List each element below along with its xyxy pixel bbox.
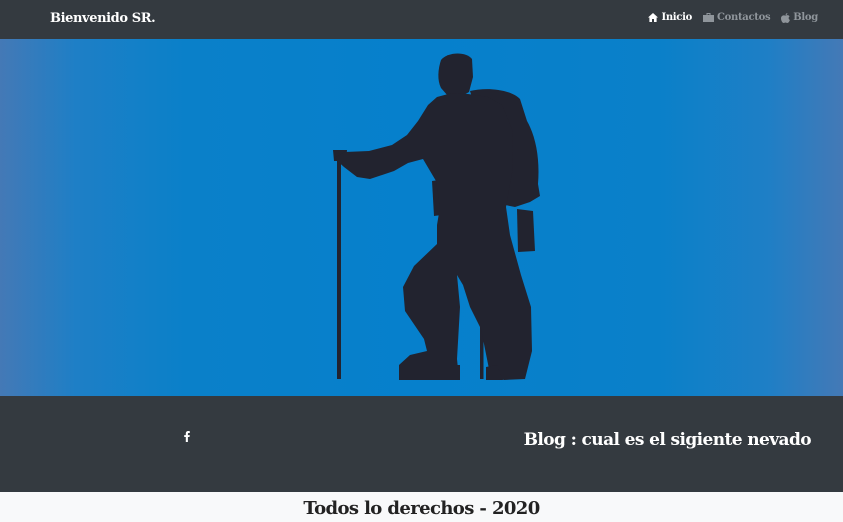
nav-link-label: Contactos <box>716 12 771 23</box>
hero-banner <box>0 39 843 396</box>
navbar-brand[interactable]: Bienvenido SR. <box>50 11 156 26</box>
facebook-icon <box>184 427 190 446</box>
home-icon <box>648 13 659 22</box>
top-navbar: Bienvenido SR. Inicio Contactos Blog <box>0 0 843 39</box>
blog-title: Blog : cual es el sigiente nevado <box>523 430 812 450</box>
nav-links: Inicio Contactos Blog <box>648 12 818 23</box>
nav-link-contactos[interactable]: Contactos <box>702 12 771 23</box>
footer: Blog : cual es el sigiente nevado <box>0 396 843 492</box>
nav-link-label: Inicio <box>661 12 692 23</box>
facebook-link[interactable] <box>184 427 194 442</box>
copyright-text: Todos lo derechos - 2020 <box>303 498 540 519</box>
nav-link-blog[interactable]: Blog <box>781 12 818 23</box>
hiker-silhouette <box>333 53 540 380</box>
copyright-bar: Todos lo derechos - 2020 <box>0 492 843 522</box>
briefcase-icon <box>702 13 714 22</box>
nav-link-inicio[interactable]: Inicio <box>648 12 692 23</box>
apple-icon <box>781 12 791 23</box>
nav-link-label: Blog <box>793 12 818 23</box>
